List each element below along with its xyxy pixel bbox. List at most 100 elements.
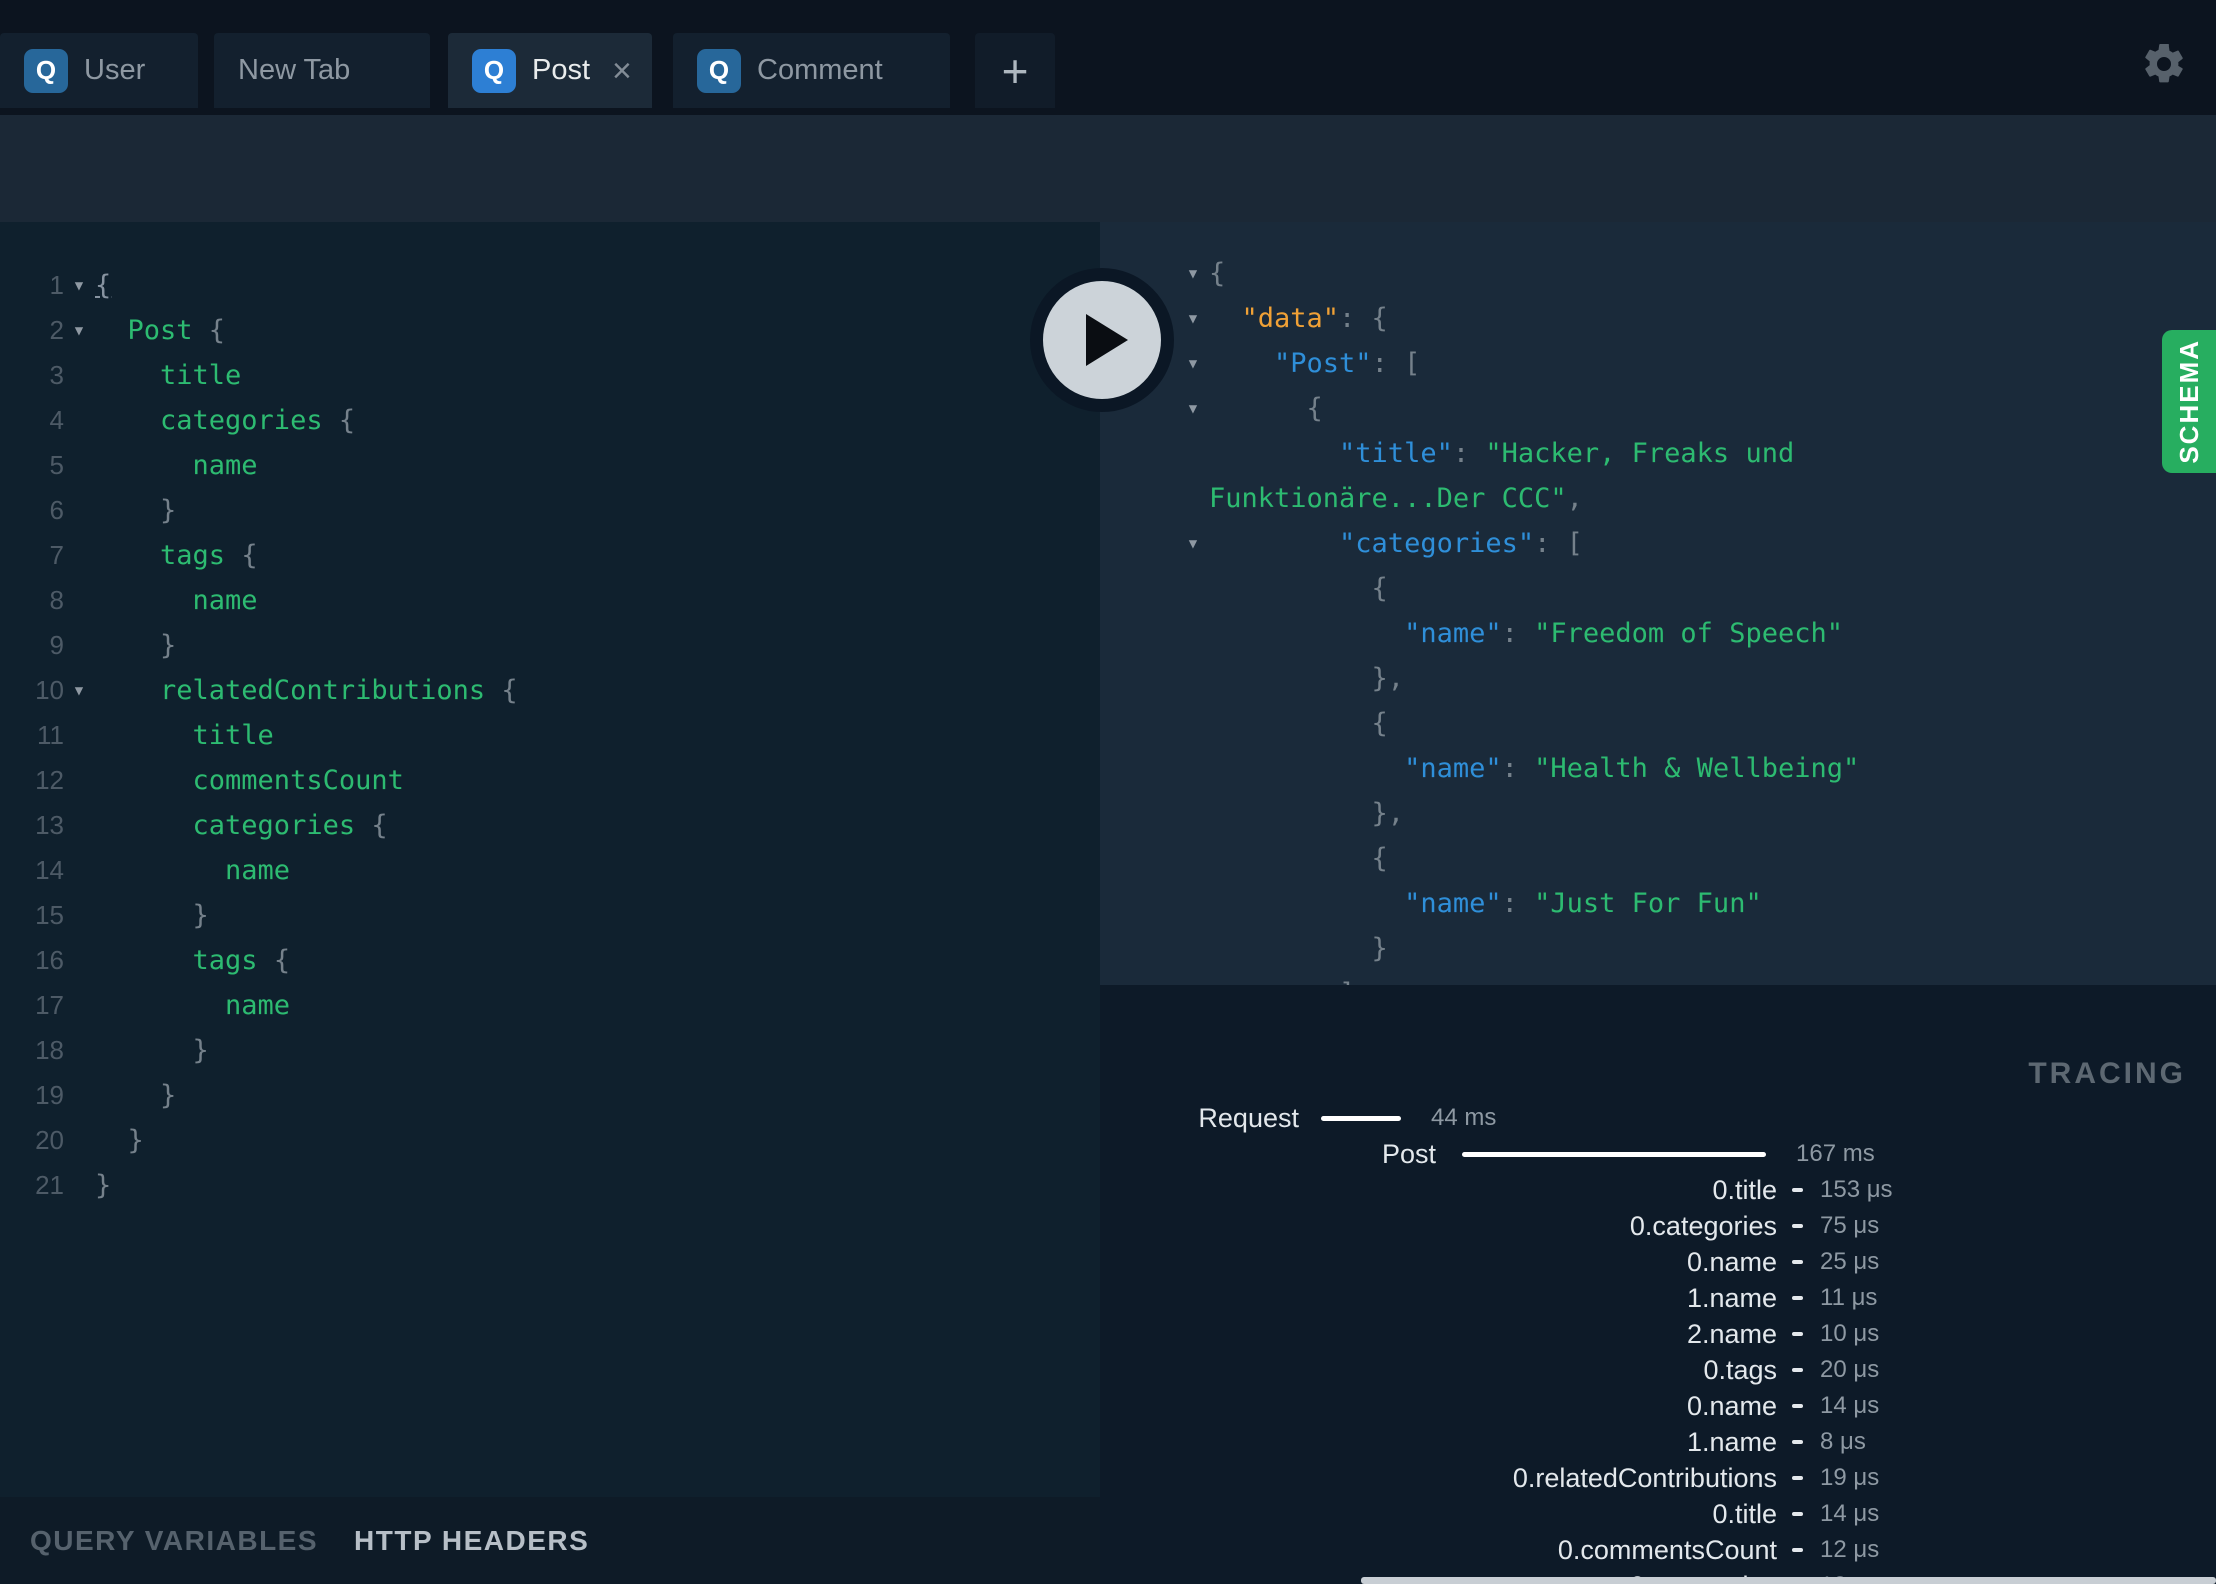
- fold-arrow-icon[interactable]: ▼: [64, 683, 94, 699]
- tab-label: Post: [532, 54, 591, 86]
- query-code-line: 17 name: [0, 983, 1100, 1028]
- query-editor[interactable]: 1 ▼{2 ▼ Post {3 title 4 categories {5 name 6…: [0, 222, 1100, 1497]
- http-headers-tab[interactable]: HTTP HEADERS: [354, 1525, 589, 1557]
- add-tab-button[interactable]: +: [975, 33, 1055, 108]
- response-code-line: "name": "Health & Wellbeing": [1100, 746, 2216, 791]
- fold-arrow-icon[interactable]: ▼: [1178, 536, 1208, 552]
- tracing-duration-value: 19 μs: [1820, 1464, 1880, 1491]
- query-variables-tab[interactable]: QUERY VARIABLES: [30, 1525, 318, 1557]
- tracing-row-label: Post: [1381, 1138, 1436, 1169]
- tab-label: New Tab: [238, 54, 351, 86]
- tracing-duration-value: 25 μs: [1820, 1248, 1880, 1275]
- tracing-row: Request 44 ms: [1100, 1100, 2216, 1136]
- line-number: 4: [49, 405, 64, 435]
- tracing-duration-value: 10 μs: [1820, 1320, 1880, 1347]
- code-text: name: [95, 855, 291, 886]
- query-code-line: 21}: [0, 1163, 1100, 1208]
- line-number: 16: [35, 945, 64, 975]
- horizontal-scrollbar[interactable]: [1361, 1577, 2216, 1584]
- response-code-line: }: [1100, 926, 2216, 971]
- query-code-line: 9 }: [0, 623, 1100, 668]
- code-text: tags {: [95, 540, 258, 571]
- tracing-duration-value: 153 μs: [1820, 1176, 1893, 1203]
- line-number: 21: [35, 1170, 64, 1200]
- tracing-row: 2.name 10 μs: [1100, 1316, 2216, 1352]
- tracing-row-label: 0.title: [1712, 1498, 1777, 1529]
- tracing-duration-value: 167 ms: [1796, 1140, 1875, 1167]
- tracing-row-label: 0.name: [1686, 1390, 1777, 1421]
- tracing-row-label: 1.name: [1686, 1282, 1777, 1313]
- line-number: 3: [49, 360, 64, 390]
- fold-arrow-icon[interactable]: ▼: [1178, 401, 1208, 417]
- editor-bottom-bar: QUERY VARIABLES HTTP HEADERS: [0, 1497, 1100, 1584]
- code-text: {: [1209, 573, 1388, 604]
- tracing-dash-icon: [1792, 1296, 1803, 1300]
- tracing-duration-value: 11 μs: [1820, 1284, 1878, 1311]
- tracing-row: Post 167 ms: [1100, 1136, 2216, 1172]
- tracing-duration-value: 75 μs: [1820, 1212, 1880, 1239]
- code-text: }: [95, 1080, 177, 1111]
- query-code-line: 19 }: [0, 1073, 1100, 1118]
- query-code-line: 13 categories {: [0, 803, 1100, 848]
- response-code-line: {: [1100, 566, 2216, 611]
- tracing-dash-icon: [1792, 1332, 1803, 1336]
- response-code-line: },: [1100, 791, 2216, 836]
- tracing-row-label: 2.name: [1686, 1318, 1777, 1349]
- query-badge-icon: Q: [24, 48, 68, 93]
- close-tab-icon[interactable]: ×: [612, 54, 632, 88]
- code-text: }: [95, 1125, 144, 1156]
- response-viewer: ▼{▼ "data": {▼ "Post": [▼ { "title": "Ha…: [1100, 222, 2216, 985]
- code-text: tags {: [95, 945, 291, 976]
- tracing-row-label: 0.title: [1712, 1174, 1777, 1205]
- tracing-row: 0.title 14 μs: [1100, 1496, 2216, 1532]
- line-number: 13: [35, 810, 64, 840]
- tracing-row-label: 0.categories: [1629, 1210, 1777, 1241]
- response-code-line: Funktionäre...Der CCC",: [1100, 476, 2216, 521]
- tab-new-tab[interactable]: New Tab: [214, 33, 430, 108]
- tab-comment[interactable]: Q Comment: [673, 33, 950, 108]
- tracing-duration-bar: [1321, 1115, 1401, 1121]
- line-number: 6: [49, 495, 64, 525]
- code-text: relatedContributions {: [95, 675, 518, 706]
- schema-side-tab[interactable]: SCHEMA: [2162, 330, 2216, 473]
- line-number: 9: [49, 630, 64, 660]
- fold-arrow-icon[interactable]: ▼: [64, 278, 94, 294]
- tab-label: Comment: [757, 54, 883, 86]
- play-icon: [1086, 314, 1128, 366]
- code-text: },: [1209, 798, 1405, 829]
- response-code-line: },: [1100, 656, 2216, 701]
- settings-gear-icon[interactable]: [2140, 40, 2188, 88]
- tracing-row-label: 0.commentsCount: [1557, 1534, 1777, 1565]
- response-code-line: ▼ "categories": [: [1100, 521, 2216, 566]
- code-text: }: [95, 1170, 112, 1201]
- response-code-line: {: [1100, 836, 2216, 881]
- tab-bar: Q User New Tab Q Post × Q Comment +: [0, 0, 2216, 115]
- tracing-duration-value: 44 ms: [1431, 1104, 1497, 1131]
- code-text: categories {: [95, 810, 388, 841]
- fold-arrow-icon[interactable]: ▼: [1178, 311, 1208, 327]
- tracing-row-label: Request: [1198, 1102, 1299, 1133]
- code-text: "data": {: [1209, 303, 1388, 334]
- tracing-duration-value: 14 μs: [1820, 1500, 1880, 1527]
- code-text: name: [95, 585, 258, 616]
- line-number: 15: [35, 900, 64, 930]
- toolbar: PRETTIFY HISTORY ↺ COPY CURL SHARE PLAYG…: [0, 115, 2216, 315]
- tab-user[interactable]: Q User: [0, 33, 198, 108]
- code-text: },: [1209, 663, 1405, 694]
- fold-arrow-icon[interactable]: ▼: [1178, 266, 1208, 282]
- fold-arrow-icon[interactable]: ▼: [64, 323, 94, 339]
- tracing-row: 0.tags 20 μs: [1100, 1352, 2216, 1388]
- query-badge-icon: Q: [472, 48, 516, 93]
- tracing-duration-value: 8 μs: [1820, 1428, 1866, 1455]
- fold-arrow-icon[interactable]: ▼: [1178, 356, 1208, 372]
- code-text: }: [1209, 933, 1388, 964]
- query-code-line: 4 categories {: [0, 398, 1100, 443]
- tab-post[interactable]: Q Post ×: [448, 33, 652, 108]
- line-number: 10: [35, 675, 64, 705]
- query-code-line: 6 }: [0, 488, 1100, 533]
- execute-query-button[interactable]: [1030, 268, 1174, 412]
- query-code-line: 2 ▼ Post {: [0, 308, 1100, 353]
- code-text: {: [1209, 393, 1323, 424]
- tracing-dash-icon: [1792, 1476, 1803, 1480]
- code-text: }: [95, 900, 209, 931]
